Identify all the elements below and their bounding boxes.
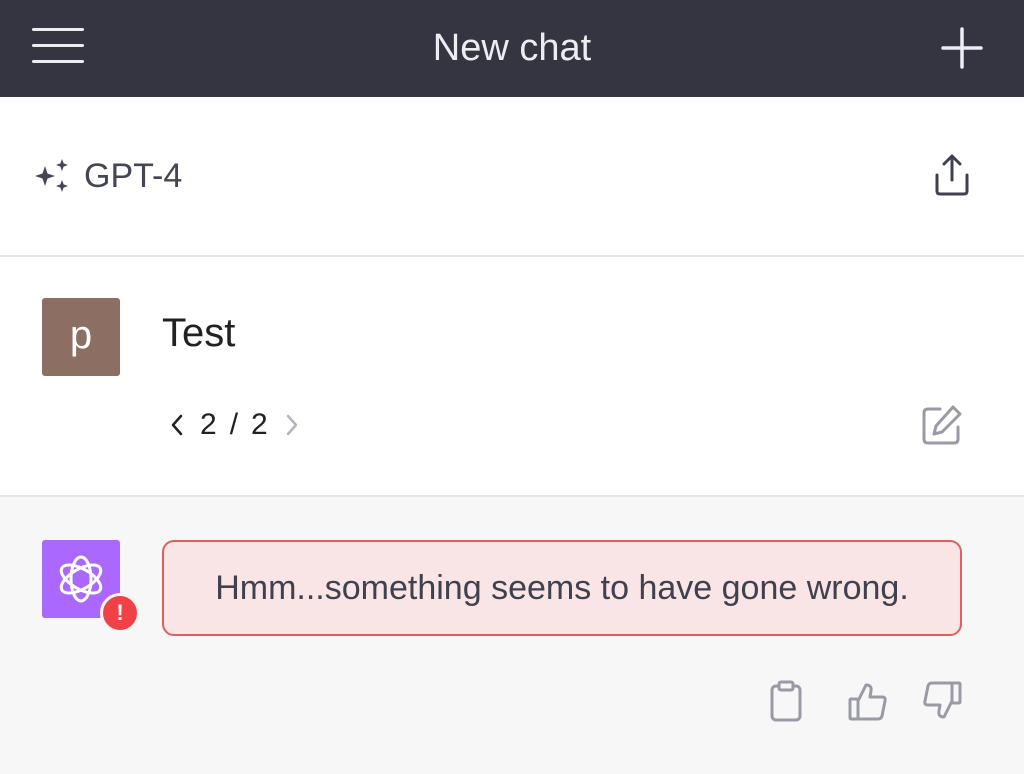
top-bar: New chat	[0, 0, 1024, 97]
user-message-text: Test	[162, 311, 236, 355]
chat-screen: New chat GPT-4 p Test 2 / 2 ! Hmm...some…	[0, 0, 1024, 774]
pager-total: 2	[251, 408, 269, 441]
thumbs-down-icon[interactable]	[920, 679, 964, 723]
pager-current: 2	[200, 408, 218, 441]
error-message-box: Hmm...something seems to have gone wrong…	[162, 540, 962, 636]
user-avatar: p	[42, 298, 120, 376]
assistant-message: ! Hmm...something seems to have gone wro…	[0, 497, 1024, 774]
share-icon[interactable]	[932, 153, 972, 197]
clipboard-icon[interactable]	[764, 679, 808, 723]
plus-icon[interactable]	[940, 26, 984, 70]
user-message: p Test 2 / 2	[0, 257, 1024, 497]
error-message-text: Hmm...something seems to have gone wrong…	[215, 568, 909, 607]
page-title: New chat	[432, 27, 592, 69]
sparkles-icon	[32, 158, 72, 194]
edit-icon[interactable]	[920, 403, 964, 447]
error-badge: !	[100, 593, 140, 633]
message-pager: 2 / 2	[166, 405, 303, 445]
thumbs-up-icon[interactable]	[846, 679, 890, 723]
model-name[interactable]: GPT-4	[84, 156, 182, 196]
chevron-left-icon[interactable]	[166, 409, 188, 441]
pager-separator: /	[229, 408, 240, 441]
hamburger-menu-icon[interactable]	[32, 26, 84, 64]
model-selector-row: GPT-4	[0, 97, 1024, 257]
chevron-right-icon[interactable]	[281, 409, 303, 441]
